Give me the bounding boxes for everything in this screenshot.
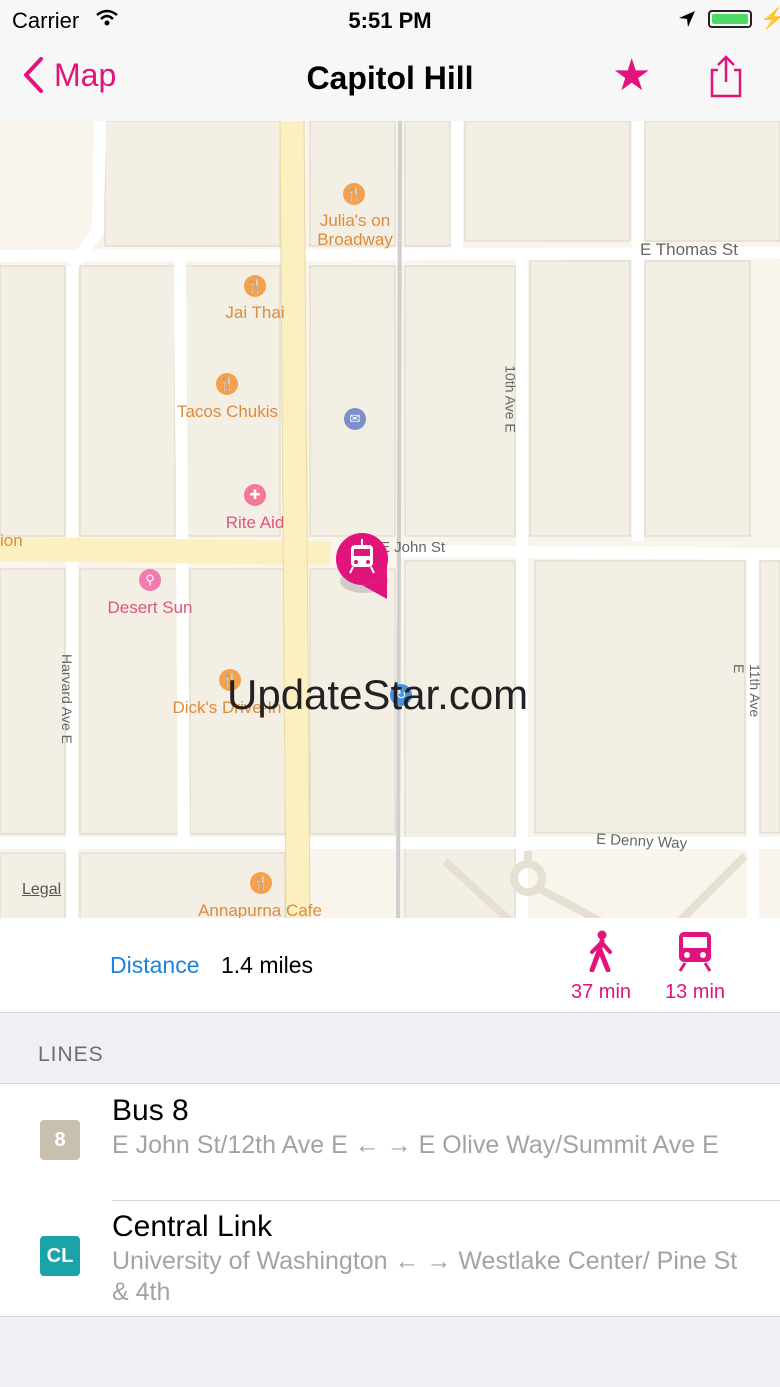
street-label-partial: ion bbox=[0, 531, 23, 550]
salon-icon[interactable]: ⚲ bbox=[139, 569, 161, 591]
share-icon[interactable] bbox=[708, 54, 744, 103]
transit-time: 13 min bbox=[664, 981, 726, 1003]
line-route: University of Washington ← → Westlake Ce… bbox=[112, 1247, 738, 1306]
poi-label-rite-aid: Rite Aid bbox=[225, 513, 285, 532]
post-office-icon[interactable]: ✉ bbox=[344, 408, 366, 430]
poi-label-jai-thai: Jai Thai bbox=[225, 303, 285, 322]
line-route: E John St/12th Ave E ← → E Olive Way/Sum… bbox=[112, 1131, 719, 1159]
line-name: Bus 8 bbox=[112, 1094, 189, 1127]
station-pin[interactable] bbox=[334, 531, 394, 608]
favorite-star-icon[interactable]: ★ bbox=[612, 54, 651, 98]
line-row-central-link[interactable]: CL Central Link University of Washington… bbox=[0, 1200, 780, 1316]
street-label-thomas: E Thomas St bbox=[640, 240, 738, 259]
line-badge: 8 bbox=[40, 1120, 80, 1160]
watermark-text: UpdateStar.com bbox=[227, 671, 529, 718]
street-label-11th: 11th Ave E bbox=[731, 664, 763, 718]
location-arrow-icon bbox=[678, 8, 696, 34]
poi-label-julias: Julia's on Broadway bbox=[317, 211, 393, 249]
walking-icon bbox=[589, 930, 612, 973]
walking-time-button[interactable]: 37 min bbox=[566, 930, 636, 1004]
line-row-bus-8[interactable]: 8 Bus 8 E John St/12th Ave E ← → E Olive… bbox=[0, 1084, 780, 1200]
distance-info-row: Distance 1.4 miles 37 min 13 min bbox=[0, 918, 780, 1013]
battery-icon bbox=[708, 10, 752, 28]
restaurant-icon[interactable]: 🍴 bbox=[250, 872, 272, 894]
restaurant-icon[interactable]: 🍴 bbox=[216, 373, 238, 395]
restaurant-icon[interactable]: 🍴 bbox=[244, 275, 266, 297]
poi-label-desert-sun: Desert Sun bbox=[107, 598, 193, 617]
street-label-harvard: Harvard Ave E bbox=[59, 653, 76, 745]
line-badge: CL bbox=[40, 1236, 80, 1276]
poi-label-annapurna: Annapurna Cafe bbox=[198, 901, 322, 918]
legal-link[interactable]: Legal bbox=[22, 881, 61, 899]
train-icon bbox=[678, 932, 712, 972]
distance-label: Distance bbox=[110, 952, 200, 978]
restaurant-icon[interactable]: 🍴 bbox=[343, 183, 365, 205]
navigation-bar: Map Capitol Hill ★ bbox=[0, 40, 780, 122]
lines-list: 8 Bus 8 E John St/12th Ave E ← → E Olive… bbox=[0, 1083, 780, 1317]
map-view[interactable]: E Thomas St E John St 10th Ave E Harvard… bbox=[0, 121, 780, 918]
walking-time: 37 min bbox=[570, 981, 632, 1003]
pharmacy-icon[interactable]: ✚ bbox=[244, 484, 266, 506]
transit-time-button[interactable]: 13 min bbox=[660, 930, 730, 1004]
status-time: 5:51 PM bbox=[348, 8, 432, 33]
page-title: Capitol Hill bbox=[306, 60, 474, 96]
poi-label-tacos: Tacos Chukis bbox=[176, 402, 279, 421]
lines-section-header: LINES bbox=[38, 1043, 104, 1066]
status-bar: Carrier 5:51 PM ⚡ bbox=[0, 0, 780, 40]
street-label-10th: 10th Ave E bbox=[502, 365, 519, 433]
charging-icon: ⚡ bbox=[760, 8, 780, 30]
line-name: Central Link bbox=[112, 1210, 273, 1243]
distance-value: 1.4 miles bbox=[221, 952, 314, 978]
